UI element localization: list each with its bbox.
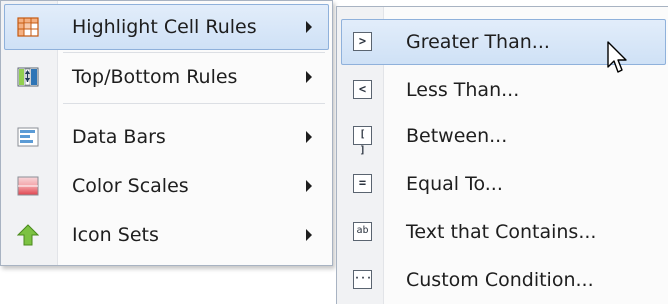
top-bottom-rules-icon <box>17 66 39 88</box>
menu-item-icon-sets[interactable]: Icon Sets <box>4 212 329 258</box>
menu-item-equal-to[interactable]: = Equal To... <box>341 161 666 207</box>
menu-item-highlight-cell-rules[interactable]: Highlight Cell Rules <box>4 4 329 50</box>
menu-item-label: Top/Bottom Rules <box>72 66 238 88</box>
color-scales-icon <box>17 175 39 197</box>
menu-item-data-bars[interactable]: Data Bars <box>4 114 329 160</box>
menu-separator <box>63 103 325 104</box>
menu-item-text-that-contains[interactable]: ab Text that Contains... <box>341 209 666 255</box>
menu-separator <box>63 52 325 53</box>
menu-item-custom-condition[interactable]: ··· Custom Condition... <box>341 257 666 303</box>
conditional-formatting-menus: Highlight Cell Rules Top/Bottom Rules Da… <box>0 0 668 304</box>
submenu-arrow-icon <box>306 180 312 192</box>
icon-sets-icon <box>16 224 40 246</box>
menu-item-between[interactable]: [ ] Between... <box>341 113 666 159</box>
menu-item-label: Text that Contains... <box>406 221 597 243</box>
menu-item-label: Less Than... <box>406 79 520 101</box>
submenu-arrow-icon <box>306 229 312 241</box>
menu-item-label: Custom Condition... <box>406 269 594 291</box>
less-than-icon: < <box>353 80 372 99</box>
highlight-cells-icon <box>17 16 39 38</box>
equal-to-icon: = <box>353 174 372 193</box>
menu-item-label: Greater Than... <box>406 31 550 53</box>
menu-item-label: Between... <box>406 125 508 147</box>
menu-item-label: Data Bars <box>72 126 166 148</box>
between-icon: [ ] <box>353 126 372 156</box>
menu-item-label: Icon Sets <box>72 224 159 246</box>
menu-item-color-scales[interactable]: Color Scales <box>4 163 329 209</box>
submenu-arrow-icon <box>306 21 312 33</box>
submenu-arrow-icon <box>306 71 312 83</box>
text-contains-icon: ab <box>353 222 372 241</box>
menu-item-label: Equal To... <box>406 173 503 195</box>
menu-item-label: Highlight Cell Rules <box>72 16 257 38</box>
menu-item-label: Color Scales <box>72 175 189 197</box>
custom-condition-icon: ··· <box>353 270 372 289</box>
conditional-formatting-menu: Highlight Cell Rules Top/Bottom Rules Da… <box>0 0 333 266</box>
submenu-arrow-icon <box>306 131 312 143</box>
data-bars-icon <box>17 126 39 148</box>
mouse-pointer-icon <box>607 41 629 75</box>
greater-than-icon: > <box>353 32 372 51</box>
menu-item-top-bottom-rules[interactable]: Top/Bottom Rules <box>4 54 329 100</box>
